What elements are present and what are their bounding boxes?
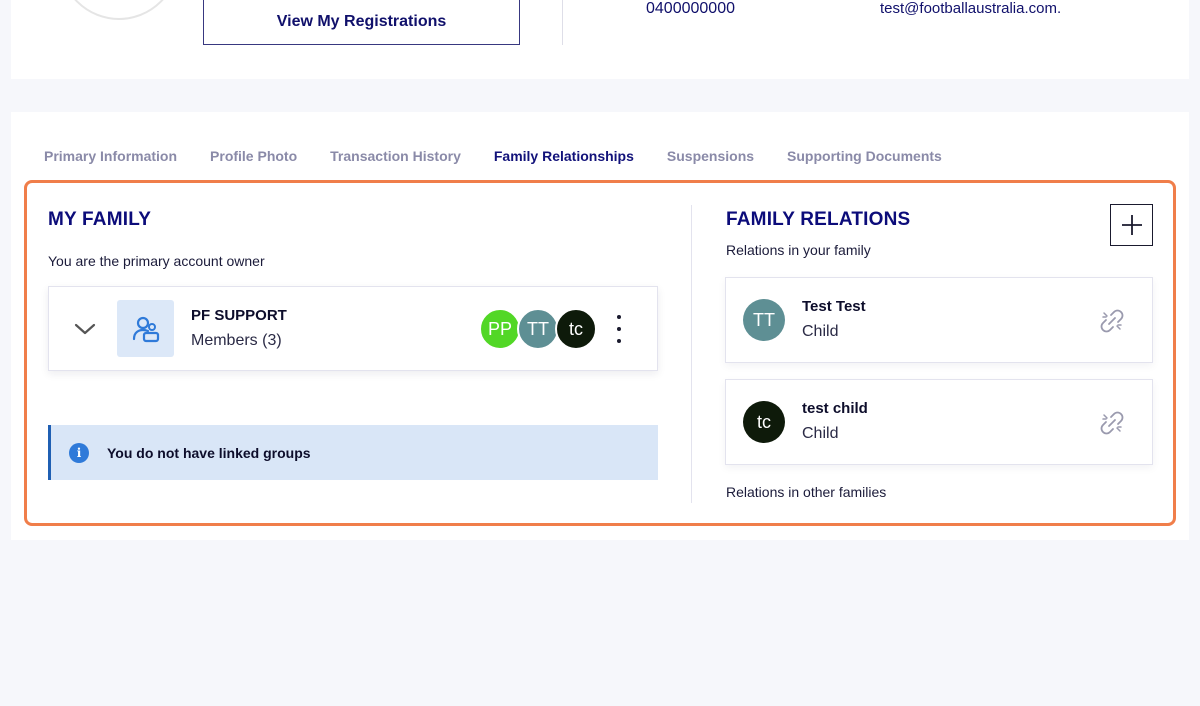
info-icon: i	[69, 442, 89, 463]
relation-name: Test Test	[802, 298, 866, 315]
my-family-section: MY FAMILY You are the primary account ow…	[48, 209, 658, 269]
avatar: tc	[743, 401, 785, 443]
users-icon	[132, 316, 159, 342]
my-family-title: MY FAMILY	[48, 209, 152, 230]
profile-header-card: View My Registrations 0400000000 test@fo…	[11, 0, 1189, 79]
relation-card[interactable]: TT Test Test Child	[725, 277, 1153, 363]
linked-groups-message: You do not have linked groups	[107, 444, 311, 461]
phone-number: 0400000000	[646, 0, 735, 17]
avatar: tc	[555, 308, 597, 350]
family-relationships-card: Primary Information Profile Photo Transa…	[11, 112, 1189, 540]
tab-transaction-history[interactable]: Transaction History	[330, 148, 461, 172]
avatar: TT	[517, 308, 559, 350]
unlink-icon[interactable]	[1098, 409, 1126, 437]
unlink-icon[interactable]	[1098, 307, 1126, 335]
header-divider	[562, 0, 563, 45]
tab-primary-information[interactable]: Primary Information	[44, 148, 177, 172]
avatar: PP	[479, 308, 521, 350]
profile-tabs: Primary Information Profile Photo Transa…	[44, 148, 975, 172]
family-relations-title: FAMILY RELATIONS	[726, 209, 911, 230]
relation-name: test child	[802, 400, 868, 417]
avatar: TT	[743, 299, 785, 341]
section-divider	[691, 205, 692, 503]
other-families-label: Relations in other families	[726, 484, 887, 500]
linked-groups-banner: i You do not have linked groups	[48, 425, 658, 480]
view-registrations-button[interactable]: View My Registrations	[203, 0, 520, 45]
relation-role: Child	[802, 425, 839, 442]
profile-photo	[59, 0, 179, 20]
group-icon	[117, 300, 174, 357]
group-name: PF SUPPORT	[191, 307, 287, 324]
email-address: test@footballaustralia.com.	[880, 0, 1062, 17]
tab-supporting-documents[interactable]: Supporting Documents	[787, 148, 942, 172]
family-relations-subtitle: Relations in your family	[726, 242, 871, 258]
add-relation-button[interactable]	[1110, 204, 1153, 246]
member-avatars: PP TT tc	[479, 308, 609, 350]
relation-card[interactable]: tc test child Child	[725, 379, 1153, 465]
group-members-count: Members (3)	[191, 332, 282, 349]
plus-icon	[1121, 215, 1142, 235]
more-options-icon[interactable]	[611, 315, 627, 343]
my-family-subtitle: You are the primary account owner	[48, 253, 265, 269]
chevron-down-icon[interactable]	[73, 317, 97, 341]
tab-family-relationships[interactable]: Family Relationships	[494, 148, 634, 172]
relation-role: Child	[802, 323, 839, 340]
family-group-card[interactable]: PF SUPPORT Members (3) PP TT tc	[48, 286, 658, 371]
tab-profile-photo[interactable]: Profile Photo	[210, 148, 297, 172]
tab-suspensions[interactable]: Suspensions	[667, 148, 754, 172]
